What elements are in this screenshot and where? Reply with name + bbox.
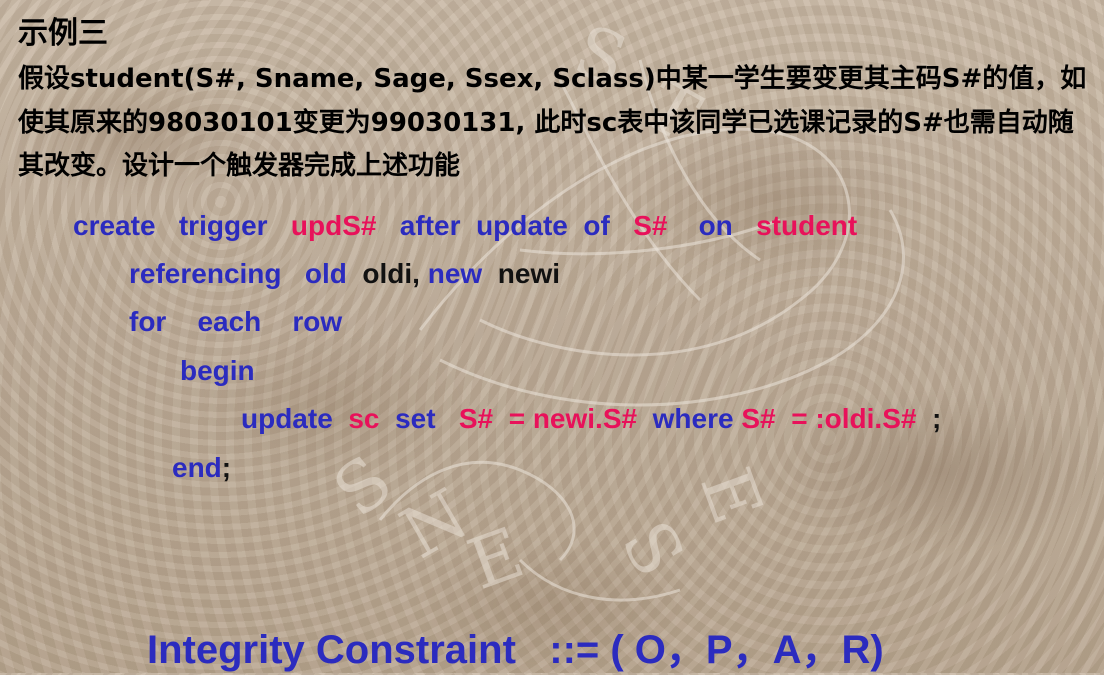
kw-each: each [197, 306, 262, 337]
statement-semicolon: ; [932, 403, 942, 434]
table-name: student [756, 210, 858, 241]
alias-oldi: oldi, [362, 258, 420, 289]
kw-update-stmt: update [241, 403, 333, 434]
code-line-2: referencing old oldi, new newi [129, 257, 560, 291]
integrity-constraint-footer: Integrity Constraint ::= ( O，P，A，R) [147, 628, 884, 672]
kw-set: set [395, 403, 436, 434]
slide-content: 示例三 假设student(S#, Sname, Sage, Ssex, Scl… [0, 0, 1104, 673]
alias-newi: newi [497, 258, 560, 289]
problem-description: 假设student(S#, Sname, Sage, Ssex, Sclass)… [18, 64, 1087, 181]
kw-after: after [399, 210, 461, 241]
end-semicolon: ; [221, 452, 232, 483]
code-line-6: end; [172, 451, 231, 485]
kw-new: new [427, 258, 483, 289]
where-value: = :oldi.S# [791, 403, 917, 434]
kw-referencing: referencing [129, 258, 282, 289]
kw-on: on [698, 210, 733, 241]
kw-trigger: trigger [178, 210, 268, 241]
set-value: = newi.S# [508, 403, 638, 434]
where-column: S# [741, 403, 776, 434]
kw-update: update [476, 210, 568, 241]
code-line-5: update sc set S# = newi.S# where S# = :o… [241, 402, 941, 436]
kw-begin: begin [180, 355, 255, 386]
kw-row: row [292, 306, 343, 337]
kw-old: old [304, 258, 347, 289]
column-name: S# [633, 210, 668, 241]
code-line-4: begin [180, 354, 255, 388]
code-line-1: create trigger updS# after update of S# … [73, 209, 857, 243]
set-column: S# [458, 403, 494, 434]
kw-where: where [652, 403, 734, 434]
kw-end: end [172, 452, 222, 483]
kw-create: create [73, 210, 156, 241]
kw-of: of [583, 210, 610, 241]
slide-title: 示例三 [18, 16, 108, 51]
trigger-name: updS# [290, 210, 377, 241]
code-line-3: for each row [129, 305, 342, 339]
table-sc: sc [348, 403, 380, 434]
kw-for: for [129, 306, 167, 337]
